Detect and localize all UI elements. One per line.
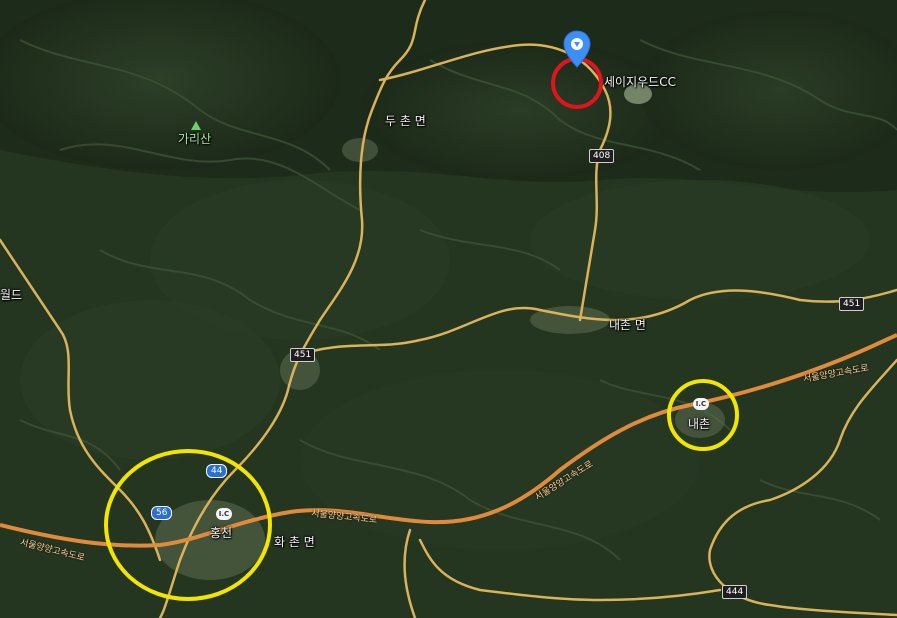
route-shield-451-a: 451 (290, 348, 316, 362)
town-label-duchon: 두 촌 면 (385, 114, 426, 128)
place-label-left-edge: 월드 (0, 288, 23, 302)
ic-icon-hongcheon: I.C (216, 508, 232, 520)
town-label-hongcheon: 홍천 (210, 526, 233, 540)
map-view[interactable]: 가리산 두 촌 면 내촌 면 화 촌 면 홍천 내촌 세이지우드CC 월드 40… (0, 0, 897, 618)
route-shield-444: 444 (722, 585, 748, 599)
route-shield-44: 44 (206, 464, 228, 478)
location-pin-icon[interactable] (563, 30, 591, 68)
ic-icon-naechon: I.C (693, 398, 709, 410)
mountain-peak-icon (191, 121, 201, 130)
satellite-terrain (0, 0, 897, 618)
place-label-golf[interactable]: 세이지우드CC (604, 73, 676, 90)
town-label-naechon: 내촌 면 (609, 318, 646, 332)
route-shield-56: 56 (151, 506, 173, 520)
town-label-hwachon: 화 촌 면 (274, 535, 315, 549)
peak-label-gari: 가리산 (178, 132, 212, 146)
route-shield-451-b: 451 (839, 297, 865, 311)
route-shield-408: 408 (589, 149, 615, 163)
ic-label-naechon: 내촌 (688, 417, 711, 431)
